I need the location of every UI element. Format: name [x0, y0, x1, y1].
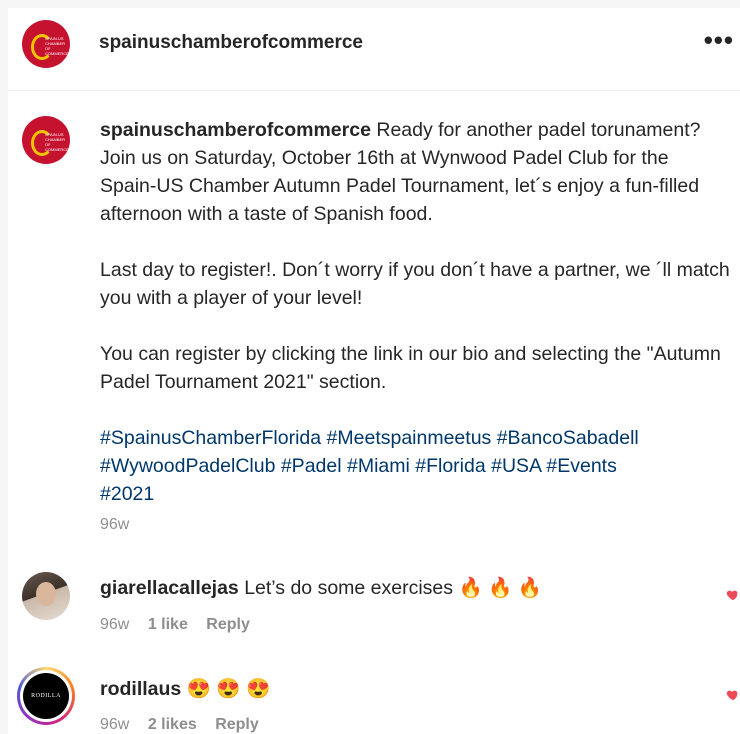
comment-username[interactable]: rodillaus — [100, 678, 181, 700]
comment-likes[interactable]: 1 like — [148, 616, 188, 633]
comment-2-meta: 96w 2 likes Reply — [100, 716, 273, 734]
reply-button[interactable]: Reply — [206, 616, 250, 633]
account-avatar[interactable]: SPAIN-US CHAMBER OF COMMERCE — [22, 20, 70, 68]
caption-username[interactable]: spainuschamberofcommerce — [100, 119, 371, 141]
comment-2: rodillaus 😍 😍 😍 — [100, 675, 270, 703]
fire-emoji-icon: 🔥 🔥 🔥 — [458, 577, 543, 599]
comment-timestamp[interactable]: 96w — [100, 716, 129, 733]
logo-text: SPAIN-US CHAMBER OF COMMERCE — [45, 132, 69, 152]
comment-username[interactable]: giarellacallejas — [100, 577, 239, 599]
hashtags-line-3[interactable]: #2021 — [100, 480, 730, 508]
reply-button[interactable]: Reply — [215, 716, 259, 733]
logo-text: SPAIN-US CHAMBER OF COMMERCE — [45, 36, 69, 56]
story-ring-gap: RODILLA — [20, 670, 72, 722]
post-caption: spainuschamberofcommerce Ready for anoth… — [100, 116, 730, 508]
comment-1-meta: 96w 1 like Reply — [100, 616, 264, 634]
heart-icon[interactable] — [726, 588, 740, 602]
hashtags-line-1[interactable]: #SpainusChamberFlorida #Meetspainmeetus … — [100, 424, 730, 452]
header-username[interactable]: spainuschamberofcommerce — [99, 32, 363, 54]
post-timestamp[interactable]: 96w — [100, 516, 129, 534]
comment-1: giarellacallejas Let’s do some exercises… — [100, 574, 542, 602]
hashtags-line-2[interactable]: #WywoodPadelClub #Padel #Miami #Florida … — [100, 452, 730, 480]
caption-paragraph-2: Last day to register!. Don´t worry if yo… — [100, 259, 730, 309]
commenter-avatar[interactable] — [22, 572, 70, 620]
avatar-face — [36, 582, 56, 606]
comment-likes[interactable]: 2 likes — [148, 716, 197, 733]
post-header: SPAIN-US CHAMBER OF COMMERCE spainuscham… — [8, 8, 740, 91]
story-ring[interactable]: RODILLA — [17, 667, 75, 725]
heart-eyes-emoji-icon: 😍 😍 😍 — [186, 678, 271, 700]
caption-paragraph-3: You can register by clicking the link in… — [100, 343, 721, 393]
commenter-avatar: RODILLA — [23, 673, 69, 719]
comment-text: Let’s do some exercises — [244, 577, 454, 599]
comment-timestamp[interactable]: 96w — [100, 616, 129, 633]
caption-avatar[interactable]: SPAIN-US CHAMBER OF COMMERCE — [22, 116, 70, 164]
heart-icon[interactable] — [726, 688, 740, 702]
more-horizontal-icon[interactable]: ••• — [704, 27, 734, 53]
post-panel: SPAIN-US CHAMBER OF COMMERCE spainuscham… — [8, 8, 740, 734]
